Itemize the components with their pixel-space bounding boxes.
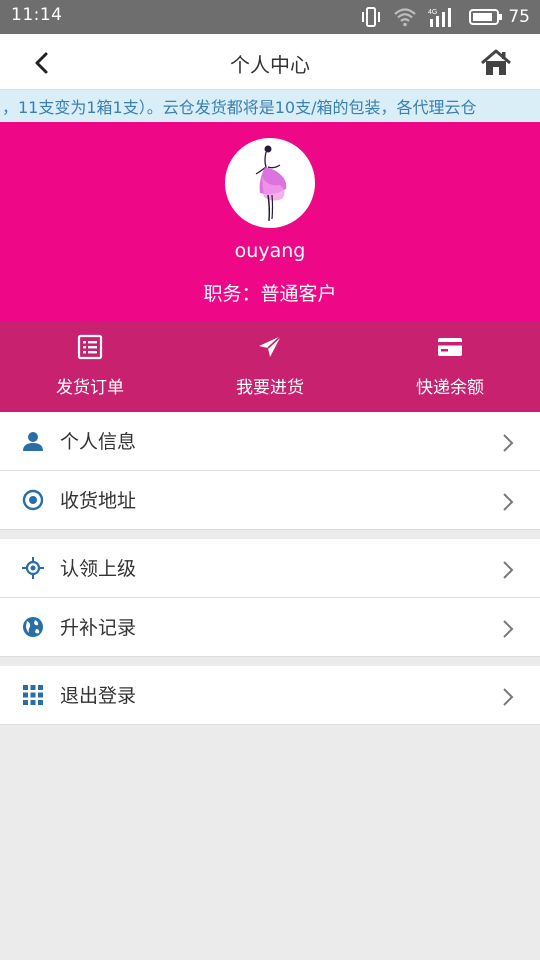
chevron-right-icon [503,561,514,579]
quick-action-label: 发货订单 [56,378,124,398]
menu-item-label: 退出登录 [60,685,137,707]
home-button[interactable] [480,48,512,78]
chevron-right-icon [503,688,514,706]
status-icons: 4G 75 [360,6,530,28]
menu-item-label: 升补记录 [60,617,137,639]
announcement-text: ，11支变为1箱1支）。云仓发货都将是10支/箱的包装，各代理云仓 [2,98,477,117]
avatar[interactable] [225,138,315,228]
menu-item-label: 收货地址 [60,490,137,512]
status-time: 11:14 [11,5,63,25]
chevron-right-icon [503,434,514,452]
list-icon [77,334,103,360]
menu-item-shipping-address[interactable]: 收货地址 [0,471,540,530]
target-icon [22,489,44,511]
menu-group-account: 个人信息 收货地址 [0,412,540,530]
grid-icon [23,685,43,705]
nav-bar: 个人中心 [0,34,540,90]
avatar-illustration [228,141,312,225]
chevron-right-icon [503,493,514,511]
menu-item-label: 个人信息 [60,431,137,453]
menu-item-claim-superior[interactable]: 认领上级 [0,539,540,598]
network-type: 4G [428,9,437,16]
menu-item-upgrade-records[interactable]: 升补记录 [0,598,540,657]
quick-action-label: 快递余额 [416,378,484,398]
chevron-right-icon [503,620,514,638]
delivery-balance-button[interactable]: 快递余额 [360,322,540,412]
announcement-marquee: ，11支变为1箱1支）。云仓发货都将是10支/箱的包装，各代理云仓 [0,90,540,122]
home-icon [481,49,511,75]
globe-icon [23,617,43,637]
battery-icon [469,9,503,25]
wifi-icon [394,8,417,27]
user-icon [23,432,43,451]
signal-icon: 4G [428,8,452,27]
menu-group-logout: 退出登录 [0,666,540,725]
menu-item-label: 认领上级 [60,558,137,580]
page-title: 个人中心 [230,53,310,77]
battery-level: 75 [508,7,530,27]
send-icon [259,335,282,357]
profile-header: ouyang 职务：普通客户 [0,122,540,322]
vibrate-icon [362,7,381,27]
menu-item-personal-info[interactable]: 个人信息 [0,412,540,471]
menu-group-records: 认领上级 升补记录 [0,539,540,657]
username: ouyang [234,240,306,262]
user-role: 职务：普通客户 [203,283,337,305]
menu-item-logout[interactable]: 退出登录 [0,666,540,725]
shipping-orders-button[interactable]: 发货订单 [0,322,180,412]
card-icon [438,338,462,356]
status-bar: 11:14 4G 75 [0,0,540,34]
quick-actions: 发货订单 我要进货 快递余额 [0,322,540,412]
restock-button[interactable]: 我要进货 [180,322,360,412]
quick-action-label: 我要进货 [236,378,304,398]
crosshair-icon [22,557,44,579]
